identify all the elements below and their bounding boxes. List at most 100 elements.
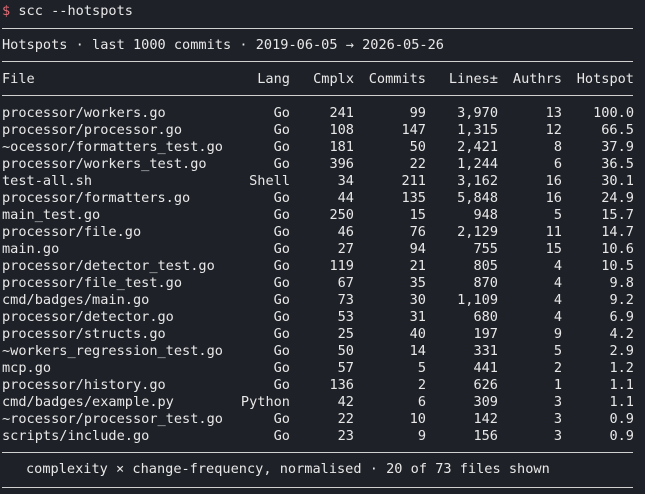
table-row: ~ocessor/formatters_test.go Go 181 50 2,421 8…	[0, 139, 645, 156]
cell-lines: 870	[473, 275, 498, 291]
cell-hotspot: 9.8	[609, 275, 634, 291]
cell-commits: 94	[409, 241, 426, 257]
cell-hotspot: 4.2	[609, 326, 634, 342]
cell-file: ~rocessor/processor_test.go	[2, 411, 223, 427]
cell-hotspot: 0.9	[609, 411, 634, 427]
cell-commits: 40	[409, 326, 426, 342]
cell-commits: 10	[409, 411, 426, 427]
cell-cmplx: 181	[329, 139, 354, 155]
cell-lines: 1,244	[457, 156, 498, 172]
cell-hotspot: 66.5	[601, 122, 634, 138]
cell-hotspot: 0.9	[609, 428, 634, 444]
cell-file: processor/file.go	[2, 224, 142, 240]
cell-authrs: 5	[553, 207, 562, 223]
prompt-command: scc --hotspots	[18, 3, 133, 19]
cell-file: ~workers_regression_test.go	[2, 343, 223, 359]
cell-file: ~ocessor/formatters_test.go	[2, 139, 223, 155]
cell-commits: 50	[409, 139, 426, 155]
table-row: ~rocessor/processor_test.go Go 22 10 142 3 0.9	[0, 411, 645, 428]
cell-commits: 35	[409, 275, 426, 291]
divider-top	[2, 28, 633, 29]
cell-hotspot: 6.9	[609, 309, 634, 325]
cell-hotspot: 100.0	[593, 105, 634, 121]
cell-hotspot: 9.2	[609, 292, 634, 308]
cell-lang: Go	[273, 411, 290, 427]
cell-cmplx: 34	[337, 173, 354, 189]
cell-lines: 626	[473, 377, 498, 393]
divider-bottom	[2, 487, 633, 488]
cell-lines: 2,129	[457, 224, 498, 240]
cell-file: mcp.go	[2, 360, 52, 376]
cell-cmplx: 44	[337, 190, 354, 206]
cell-lines: 441	[473, 360, 498, 376]
cell-authrs: 4	[553, 275, 562, 291]
cell-cmplx: 23	[337, 428, 354, 444]
header-file: File	[2, 71, 35, 87]
cell-cmplx: 46	[337, 224, 354, 240]
cell-lines: 156	[473, 428, 498, 444]
cell-file: processor/workers.go	[2, 105, 166, 121]
cell-hotspot: 10.6	[601, 241, 634, 257]
cell-lines: 142	[473, 411, 498, 427]
cell-cmplx: 73	[337, 292, 354, 308]
cell-lang: Go	[273, 309, 290, 325]
cell-lang: Go	[273, 275, 290, 291]
cell-hotspot: 10.5	[601, 258, 634, 274]
cell-cmplx: 53	[337, 309, 354, 325]
table-row: processor/detector_test.go Go 119 21 805 4 10.…	[0, 258, 645, 275]
cell-authrs: 2	[553, 360, 562, 376]
cell-lang: Go	[273, 224, 290, 240]
cell-hotspot: 24.9	[601, 190, 634, 206]
cell-lang: Go	[273, 139, 290, 155]
cell-lines: 755	[473, 241, 498, 257]
cell-lang: Go	[273, 241, 290, 257]
cell-commits: 99	[409, 105, 426, 121]
cell-commits: 14	[409, 343, 426, 359]
header-authrs: Authrs	[512, 71, 562, 87]
cell-cmplx: 50	[337, 343, 354, 359]
cell-cmplx: 396	[329, 156, 354, 172]
cell-file: processor/structs.go	[2, 326, 166, 342]
cell-commits: 5	[417, 360, 426, 376]
cell-commits: 31	[409, 309, 426, 325]
cell-commits: 22	[409, 156, 426, 172]
cell-lang: Go	[273, 122, 290, 138]
cell-hotspot: 37.9	[601, 139, 634, 155]
cell-lines: 3,162	[457, 173, 498, 189]
header-cmplx: Cmplx	[313, 71, 354, 87]
table-row: processor/formatters.go Go 44 135 5,848 16 24.…	[0, 190, 645, 207]
cell-lines: 2,421	[457, 139, 498, 155]
cell-authrs: 3	[553, 428, 562, 444]
cell-cmplx: 108	[329, 122, 354, 138]
cell-cmplx: 42	[337, 394, 354, 410]
cell-lines: 3,970	[457, 105, 498, 121]
table-row: processor/detector.go Go 53 31 680 4 6.9	[0, 309, 645, 326]
cell-authrs: 16	[545, 190, 562, 206]
cell-lang: Go	[273, 377, 290, 393]
divider-header	[2, 95, 633, 96]
cell-commits: 135	[401, 190, 426, 206]
cell-authrs: 11	[545, 224, 562, 240]
cell-lang: Shell	[249, 173, 290, 189]
cell-lang: Go	[273, 105, 290, 121]
cell-lang: Go	[273, 207, 290, 223]
header-hotspot: Hotspot	[576, 71, 634, 87]
cell-cmplx: 241	[329, 105, 354, 121]
cell-hotspot: 1.1	[609, 377, 634, 393]
footer-note: complexity × change-frequency, normalise…	[26, 461, 550, 477]
cell-authrs: 1	[553, 377, 562, 393]
table-row: processor/structs.go Go 25 40 197 9 4.2	[0, 326, 645, 343]
cell-hotspot: 14.7	[601, 224, 634, 240]
cell-lang: Go	[273, 360, 290, 376]
header-lang: Lang	[257, 71, 290, 87]
cell-file: test-all.sh	[2, 173, 93, 189]
table-row: processor/file.go Go 46 76 2,129 11 14.7	[0, 224, 645, 241]
cell-lines: 331	[473, 343, 498, 359]
cell-commits: 30	[409, 292, 426, 308]
cell-cmplx: 250	[329, 207, 354, 223]
cell-file: processor/processor.go	[2, 122, 183, 138]
table-row: ~workers_regression_test.go Go 50 14 331 5 2.9	[0, 343, 645, 360]
divider-title	[2, 61, 633, 62]
cell-lines: 5,848	[457, 190, 498, 206]
cell-authrs: 4	[553, 309, 562, 325]
